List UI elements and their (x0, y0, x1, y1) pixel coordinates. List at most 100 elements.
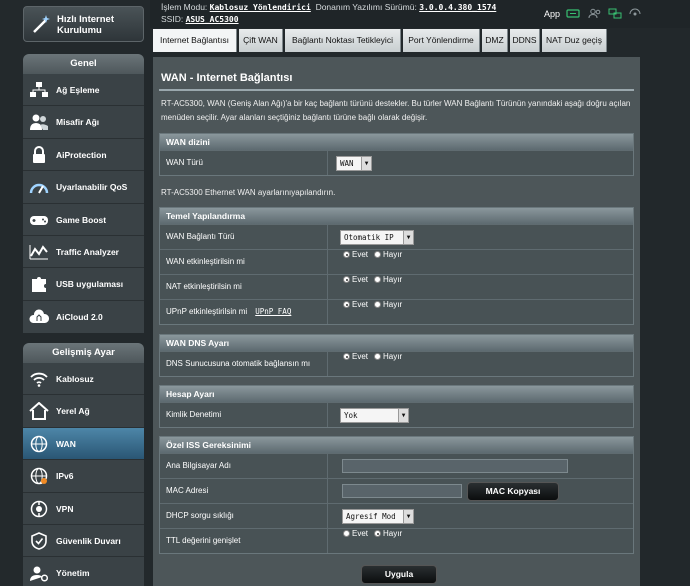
sidebar-item-adaptive-qos[interactable]: Uyarlanabilir QoS (23, 171, 144, 204)
connection-type-select[interactable]: Otomatik IP ▼ (340, 230, 414, 245)
sidebar-item-aicloud[interactable]: AiCloud 2.0 (23, 301, 144, 333)
quick-setup-line1: Hızlı Internet (57, 14, 115, 25)
section-header: WAN dizini (160, 134, 633, 150)
mac-address-input[interactable] (342, 484, 462, 498)
upnp-enable-yes-radio[interactable]: Evet (343, 300, 368, 309)
chevron-down-icon: ▼ (403, 231, 413, 244)
operation-mode-link[interactable]: Kablosuz Yönlendirici (210, 3, 311, 12)
mac-clone-button[interactable]: MAC Kopyası (467, 482, 559, 501)
wan-enable-no-radio[interactable]: Hayır (374, 250, 402, 259)
tab-dmz[interactable]: DMZ (482, 29, 508, 52)
auto-dns-no-radio[interactable]: Hayır (374, 352, 402, 361)
quick-setup-line2: Kurulumu (57, 25, 102, 36)
host-name-input[interactable] (342, 459, 568, 473)
sidebar-item-label: Game Boost (56, 214, 107, 225)
quick-setup-label: Hızlı Internet Kurulumu (57, 14, 114, 36)
sidebar-item-guest-network[interactable]: Misafir Ağı (23, 106, 144, 139)
sidebar-item-ipv6[interactable]: IPv6 (23, 460, 144, 493)
auto-dns-yes-radio[interactable]: Evet (343, 352, 368, 361)
advanced-menu: Kablosuz Yerel Ağ WAN IPv6 VPN Güvenlik … (23, 363, 144, 586)
tab-port-forwarding[interactable]: Port Yönlendirme (403, 29, 480, 52)
usb-icon[interactable] (566, 8, 580, 19)
radio-label: Evet (352, 275, 369, 284)
connection-type-value: Otomatik IP (344, 233, 394, 242)
ttl-extend-no-radio[interactable]: Hayır (374, 529, 402, 538)
sidebar-item-label: AiProtection (56, 149, 107, 160)
upnp-label-text: UPnP etkinleştirilsin mi (166, 307, 248, 316)
operation-mode-label: İşlem Modu: (161, 2, 208, 12)
upnp-faq-link[interactable]: UPnP FAQ (255, 307, 291, 316)
tab-port-trigger[interactable]: Bağlantı Noktası Tetikleyici (285, 29, 401, 52)
sidebar-item-label: Misafir Ağı (56, 117, 100, 128)
chevron-down-icon: ▼ (403, 510, 413, 523)
authentication-row: Kimlik Denetimi Yok ▼ (160, 402, 633, 427)
sidebar-item-lan[interactable]: Yerel Ağ (23, 395, 144, 428)
ipv6-globe-icon (30, 467, 48, 485)
radio-label: Hayır (383, 250, 403, 259)
authentication-select[interactable]: Yok ▼ (340, 408, 409, 423)
ttl-extend-row: TTL değerini genişlet Evet Hayır (160, 528, 633, 553)
nat-enable-no-radio[interactable]: Hayır (374, 275, 402, 284)
sidebar-item-wan[interactable]: WAN (23, 427, 144, 461)
dhcp-query-value: Agresif Mod (346, 512, 396, 521)
authentication-label: Kimlik Denetimi (160, 403, 328, 427)
globe-icon (30, 435, 48, 453)
chevron-down-icon: ▼ (361, 157, 371, 170)
sidebar-item-label: Uyarlanabilir QoS (56, 182, 128, 193)
sidebar-item-firewall[interactable]: Güvenlik Duvarı (23, 525, 144, 558)
users-icon[interactable] (588, 8, 602, 19)
sidebar-item-label: USB uygulaması (56, 279, 124, 290)
sidebar-item-network-map[interactable]: Ağ Eşleme (23, 74, 144, 107)
general-menu: Ağ Eşleme Misafir Ağı AiProtection Uyarl… (23, 74, 144, 334)
wan-type-select[interactable]: WAN ▼ (336, 156, 372, 171)
quick-internet-setup-button[interactable]: Hızlı Internet Kurulumu (23, 6, 144, 42)
sidebar-item-label: Ağ Eşleme (56, 85, 100, 95)
chevron-down-icon: ▼ (398, 409, 408, 422)
sidebar-item-label: Traffic Analyzer (56, 246, 119, 257)
page-title: WAN - Internet Bağlantısı (161, 72, 293, 84)
sidebar-item-administration[interactable]: Yönetim (23, 557, 144, 586)
vpn-icon (30, 500, 48, 517)
dhcp-query-row: DHCP sorgu sıklığı Agresif Mod ▼ (160, 503, 633, 528)
ssid-label: SSID: (161, 14, 184, 24)
page-description: RT-AC5300, WAN (Geniş Alan Ağı)'a bir ka… (161, 99, 631, 122)
tab-dual-wan[interactable]: Çift WAN (239, 29, 283, 52)
dhcp-query-select[interactable]: Agresif Mod ▼ (342, 509, 414, 524)
speedometer-icon (29, 184, 49, 194)
sidebar-item-game-boost[interactable]: Game Boost (23, 204, 144, 236)
ttl-extend-yes-radio[interactable]: Evet (343, 529, 368, 538)
firmware-version-link[interactable]: 3.0.0.4.380_1574 (419, 3, 496, 12)
wan-type-row: WAN Türü WAN ▼ (160, 150, 633, 175)
sidebar-item-traffic-analyzer[interactable]: Traffic Analyzer (23, 236, 144, 269)
sidebar-item-aiprotection[interactable]: AiProtection (23, 139, 144, 172)
ethernet-note: RT-AC5300 Ethernet WAN ayarlarınıyapılan… (161, 188, 336, 197)
sidebar-item-label: AiCloud 2.0 (56, 311, 103, 322)
advanced-header: Gelişmiş Ayar (23, 343, 144, 363)
sidebar-item-usb-application[interactable]: USB uygulaması (23, 268, 144, 301)
apply-button[interactable]: Uygula (361, 565, 437, 584)
tab-ddns[interactable]: DDNS (510, 29, 540, 52)
radio-label: Hayır (383, 352, 403, 361)
wan-enable-row: WAN etkinleştirilsin mi Evet Hayır (160, 249, 633, 274)
network-icon[interactable] (608, 8, 622, 19)
ssid-line: SSID: ASUS_AC5300 (161, 14, 239, 24)
upnp-enable-no-radio[interactable]: Hayır (374, 300, 402, 309)
nat-enable-yes-radio[interactable]: Evet (343, 275, 368, 284)
radio-label: Evet (352, 352, 369, 361)
sidebar: Hızlı Internet Kurulumu Genel Ağ Eşleme … (0, 0, 150, 586)
sidebar-item-label: Güvenlik Duvarı (56, 535, 121, 546)
radio-label: Hayır (383, 529, 403, 538)
lock-icon (33, 145, 45, 163)
section-header: WAN DNS Ayarı (160, 335, 633, 351)
app-label[interactable]: App (544, 9, 560, 19)
sidebar-item-vpn[interactable]: VPN (23, 493, 144, 525)
isp-requirements-table: Özel ISS Gereksinimi Ana Bilgisayar Adı … (159, 436, 634, 554)
sidebar-item-wireless[interactable]: Kablosuz (23, 363, 144, 396)
wifi-icon (30, 372, 48, 387)
nat-enable-row: NAT etkinleştirilsin mi Evet Hayır (160, 274, 633, 299)
settings-icon[interactable] (628, 8, 642, 19)
tab-nat-passthrough[interactable]: NAT Duz geçiş (542, 29, 607, 52)
radio-label: Evet (352, 529, 369, 538)
wan-enable-yes-radio[interactable]: Evet (343, 250, 368, 259)
tab-internet-connection[interactable]: Internet Bağlantısı (153, 29, 237, 52)
